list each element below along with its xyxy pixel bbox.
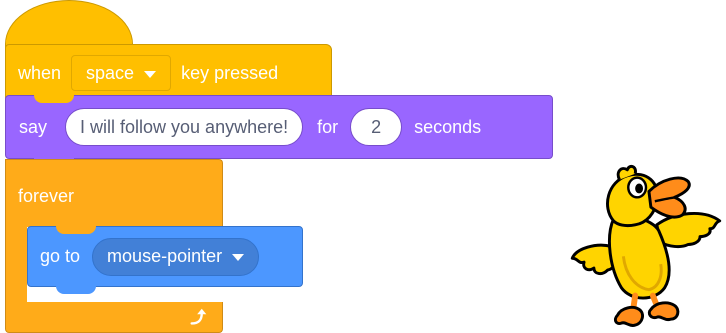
go-to-block[interactable]: go to mouse-pointer bbox=[27, 226, 303, 294]
message-input[interactable]: I will follow you anywhere! bbox=[65, 108, 304, 146]
when-key-pressed-block[interactable]: when space key pressed bbox=[5, 44, 332, 102]
dropdown-arrow-icon bbox=[144, 70, 157, 78]
for-label: for bbox=[317, 116, 339, 137]
target-dropdown-value: mouse-pointer bbox=[107, 246, 223, 266]
target-dropdown[interactable]: mouse-pointer bbox=[92, 237, 260, 276]
forever-block-arm[interactable] bbox=[5, 226, 27, 303]
block-notch bbox=[56, 226, 96, 234]
say-label: say bbox=[19, 116, 48, 137]
block-notch bbox=[34, 95, 74, 103]
loop-arrow-icon bbox=[190, 308, 207, 325]
say-for-seconds-block[interactable]: say I will follow you anywhere! for 2 se… bbox=[5, 95, 553, 166]
forever-label: forever bbox=[18, 186, 75, 206]
go-to-label: go to bbox=[40, 246, 81, 266]
forever-block-bottom[interactable] bbox=[5, 302, 223, 333]
forever-block[interactable]: forever bbox=[5, 159, 223, 227]
block-notch-bottom bbox=[56, 286, 96, 294]
key-pressed-label: key pressed bbox=[181, 62, 279, 83]
key-dropdown-value: space bbox=[86, 62, 135, 83]
duck-sprite-icon[interactable] bbox=[566, 158, 724, 330]
when-label: when bbox=[18, 62, 62, 83]
dropdown-arrow-icon bbox=[232, 254, 245, 261]
scripts-area: when space key pressed say I will follow… bbox=[0, 0, 726, 333]
seconds-label: seconds bbox=[414, 116, 482, 137]
seconds-input[interactable]: 2 bbox=[350, 108, 403, 146]
key-dropdown[interactable]: space bbox=[71, 55, 172, 91]
